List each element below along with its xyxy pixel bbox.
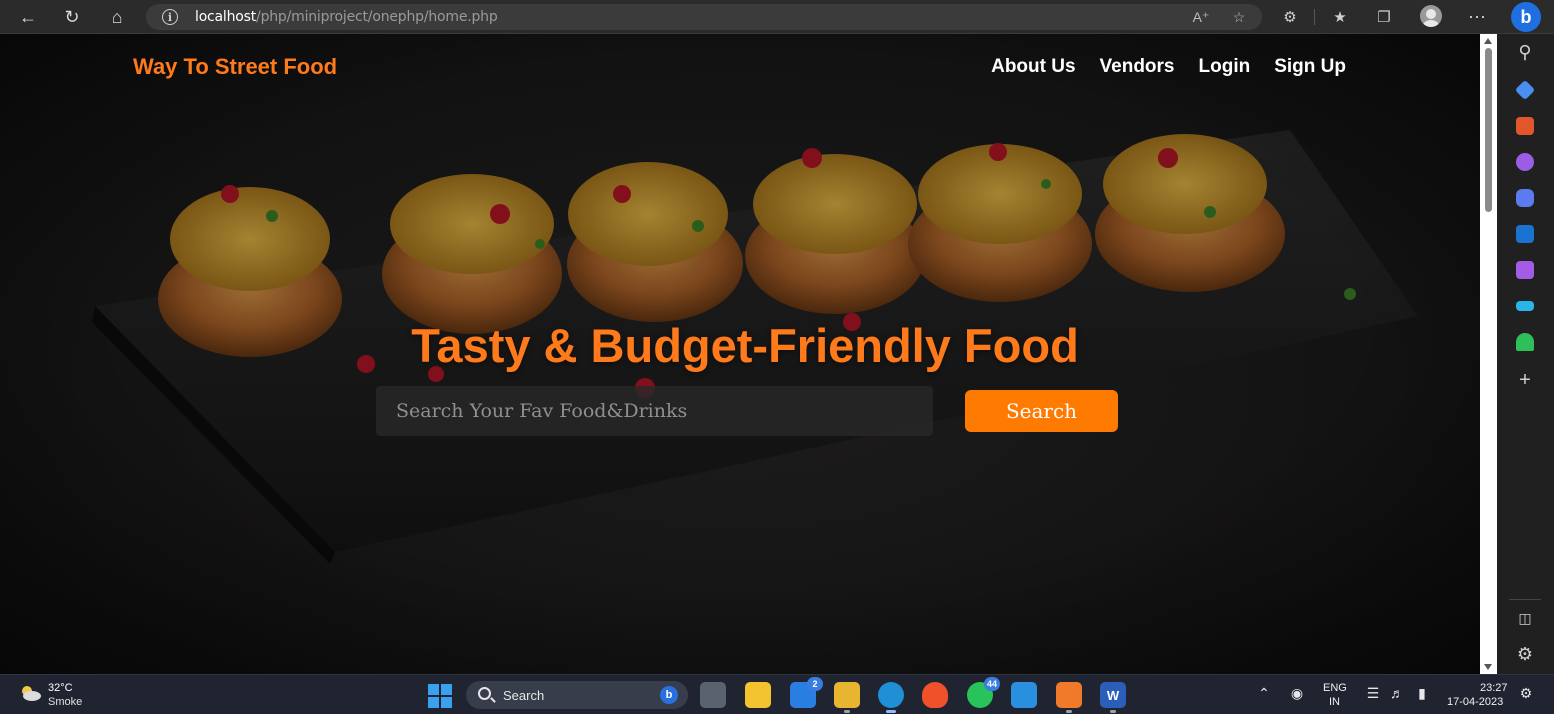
wifi-icon[interactable]: ☰ — [1364, 685, 1382, 702]
url-text[interactable]: localhost/php/miniproject/onephp/home.ph… — [195, 9, 498, 25]
site-logo[interactable]: Way To Street Food — [133, 54, 337, 80]
games-icon[interactable] — [1516, 153, 1534, 171]
vscode-icon[interactable] — [1011, 682, 1037, 708]
page-scrollbar[interactable] — [1480, 34, 1497, 674]
url-path: /php/miniproject/onephp/home.php — [256, 9, 498, 25]
edge-browser-icon[interactable] — [878, 682, 904, 713]
weather-description[interactable]: Smoke — [48, 696, 82, 708]
nav-vendors[interactable]: Vendors — [1100, 56, 1175, 78]
file-explorer-icon[interactable] — [834, 682, 860, 713]
microphone-icon[interactable]: ◉ — [1288, 685, 1306, 702]
shopping-tag-icon[interactable] — [1514, 79, 1536, 101]
scroll-up-arrow-icon[interactable] — [1484, 38, 1492, 44]
bing-copilot-icon[interactable]: b — [1511, 2, 1541, 32]
mail-badge: 2 — [807, 677, 823, 691]
designer-icon[interactable] — [1516, 261, 1534, 279]
sidebar-divider — [1509, 599, 1541, 600]
brave-browser-icon[interactable] — [922, 682, 948, 708]
windows-taskbar: 32°C Smoke Search b 2 44 W ⌃ ◉ ENG IN ☰ … — [0, 674, 1554, 714]
bing-icon[interactable]: b — [660, 686, 678, 704]
favorites-icon[interactable]: ★ — [1329, 6, 1351, 28]
battery-icon[interactable]: ▮ — [1413, 685, 1431, 702]
scroll-thumb[interactable] — [1485, 48, 1492, 212]
taskbar-search-label: Search — [503, 688, 545, 703]
scroll-down-arrow-icon[interactable] — [1484, 664, 1492, 670]
region-indicator[interactable]: IN — [1329, 696, 1340, 708]
read-aloud-icon[interactable]: A⁺ — [1192, 9, 1210, 25]
sticky-notes-icon[interactable] — [745, 682, 771, 708]
notification-settings-icon[interactable]: ⚙ — [1517, 685, 1535, 702]
taskbar-search-box[interactable]: Search b — [466, 681, 688, 709]
settings-gear-icon[interactable]: ⚙ — [1514, 643, 1536, 665]
whatsapp-icon[interactable]: 44 — [967, 677, 1000, 708]
extensions-icon[interactable]: ⚙ — [1279, 6, 1301, 28]
url-host: localhost — [195, 9, 257, 25]
outlook-icon[interactable] — [1516, 225, 1534, 243]
hero-title: Tasty & Budget-Friendly Food — [411, 319, 1079, 372]
back-arrow-icon[interactable]: ← — [14, 4, 42, 30]
more-menu-icon[interactable]: ⋯ — [1466, 6, 1488, 28]
clock-date[interactable]: 17-04-2023 — [1447, 696, 1503, 708]
food-search-input[interactable] — [376, 386, 933, 436]
xampp-icon[interactable] — [1056, 682, 1082, 713]
nav-about-us[interactable]: About Us — [991, 56, 1075, 78]
copilot-icon[interactable] — [1516, 189, 1534, 207]
edge-sidebar: ⚲ + ◫ ⚙ — [1497, 34, 1554, 674]
windows-start-icon[interactable] — [428, 684, 452, 708]
home-icon[interactable]: ⌂ — [103, 4, 131, 30]
site-info-icon[interactable]: i — [162, 9, 178, 25]
weather-cloud-icon[interactable] — [18, 684, 42, 702]
collections-icon[interactable]: ❐ — [1373, 6, 1395, 28]
search-button[interactable]: Search — [965, 390, 1118, 432]
tree-icon[interactable] — [1516, 333, 1534, 351]
show-hidden-icons-chevron-icon[interactable]: ⌃ — [1255, 685, 1273, 702]
browser-toolbar: ← ↻ ⌂ i localhost/php/miniproject/onephp… — [0, 0, 1554, 34]
add-favorite-icon[interactable]: ☆ — [1230, 9, 1248, 25]
search-icon[interactable]: ⚲ — [1514, 41, 1536, 63]
clock-time[interactable]: 23:27 — [1480, 682, 1508, 694]
language-indicator[interactable]: ENG — [1323, 682, 1347, 694]
address-bar[interactable]: i localhost/php/miniproject/onephp/home.… — [146, 4, 1262, 30]
mail-icon[interactable]: 2 — [790, 677, 823, 708]
weather-temperature[interactable]: 32°C — [48, 682, 73, 694]
tools-briefcase-icon[interactable] — [1516, 117, 1534, 135]
site-navigation: About Us Vendors Login Sign Up — [991, 56, 1346, 78]
toolbar-divider — [1314, 9, 1315, 25]
webpage-viewport: Way To Street Food About Us Vendors Logi… — [0, 34, 1480, 674]
volume-icon[interactable]: ♬ — [1388, 685, 1406, 701]
add-icon[interactable]: + — [1514, 369, 1536, 391]
nav-login[interactable]: Login — [1199, 56, 1251, 78]
nav-sign-up[interactable]: Sign Up — [1274, 56, 1346, 78]
profile-icon[interactable] — [1420, 5, 1442, 27]
task-view-icon[interactable] — [700, 682, 726, 708]
drop-icon[interactable] — [1516, 301, 1534, 311]
sidebar-toggle-icon[interactable]: ◫ — [1514, 607, 1536, 629]
refresh-icon[interactable]: ↻ — [58, 4, 86, 30]
whatsapp-badge: 44 — [983, 677, 1000, 691]
word-icon[interactable]: W — [1100, 682, 1126, 713]
search-icon — [478, 687, 491, 700]
